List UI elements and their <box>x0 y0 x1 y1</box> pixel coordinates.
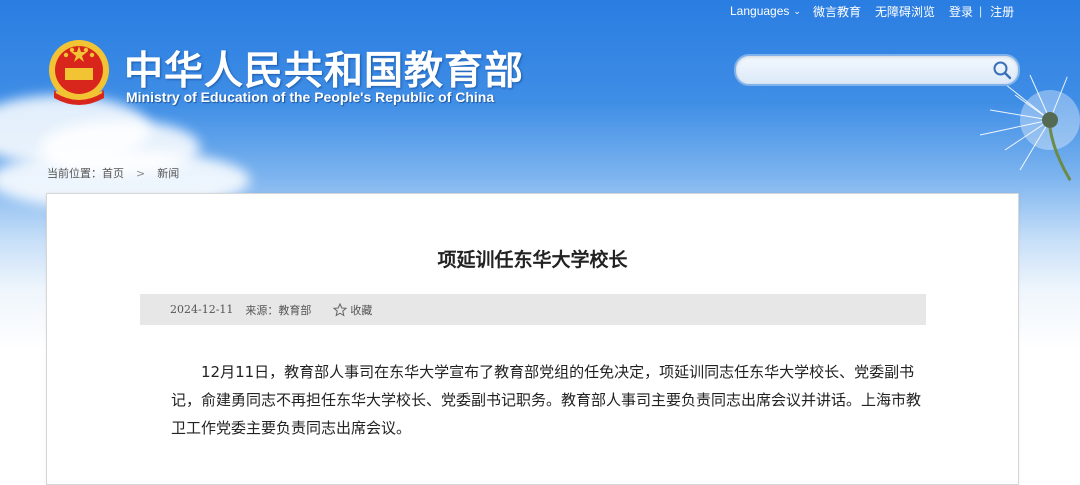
site-title-english[interactable]: Ministry of Education of the People's Re… <box>126 89 494 105</box>
search-input[interactable] <box>748 60 982 82</box>
nav-separator: | <box>978 4 983 18</box>
languages-label: Languages <box>730 4 790 18</box>
article-panel: 项延训任东华大学校长 2024-12-11 来源：教育部 收藏 12月11日，教… <box>46 193 1019 485</box>
breadcrumb-arrow: > <box>136 166 146 180</box>
breadcrumb-news-link[interactable]: 新闻 <box>157 165 179 181</box>
register-link[interactable]: 注册 <box>990 3 1014 20</box>
article-source: 来源：教育部 <box>245 303 312 317</box>
breadcrumb: 当前位置： 首页 > 新闻 <box>47 165 179 181</box>
accessible-browse-link[interactable]: 无障碍浏览 <box>875 3 935 20</box>
login-link[interactable]: 登录 <box>949 3 973 20</box>
star-icon <box>333 302 348 317</box>
favorite-label: 收藏 <box>350 303 373 317</box>
breadcrumb-home-link[interactable]: 首页 <box>102 165 124 181</box>
weibo-link[interactable]: 微言教育 <box>813 3 861 20</box>
languages-menu[interactable]: Languages ⌄ <box>730 4 801 18</box>
national-emblem-icon[interactable] <box>46 38 112 106</box>
chevron-down-icon: ⌄ <box>793 5 801 16</box>
article-meta-bar: 2024-12-11 来源：教育部 收藏 <box>140 294 926 325</box>
article-date: 2024-12-11 <box>170 303 234 316</box>
site-title-chinese[interactable]: 中华人民共和国教育部 <box>124 40 524 96</box>
breadcrumb-prefix: 当前位置： <box>47 167 102 180</box>
search-icon[interactable] <box>992 60 1012 80</box>
article-paragraph: 12月11日，教育部人事司在东华大学宣布了教育部党组的任免决定，项延训同志任东华… <box>171 363 922 437</box>
favorite-button[interactable]: 收藏 <box>333 302 372 318</box>
article-title: 项延训任东华大学校长 <box>437 249 628 271</box>
article-body: 12月11日，教育部人事司在东华大学宣布了教育部党组的任免决定，项延训同志任东华… <box>171 358 926 442</box>
top-navigation: Languages ⌄ 微言教育 无障碍浏览 登录 | 注册 <box>730 2 1028 20</box>
search-box <box>734 54 1020 86</box>
